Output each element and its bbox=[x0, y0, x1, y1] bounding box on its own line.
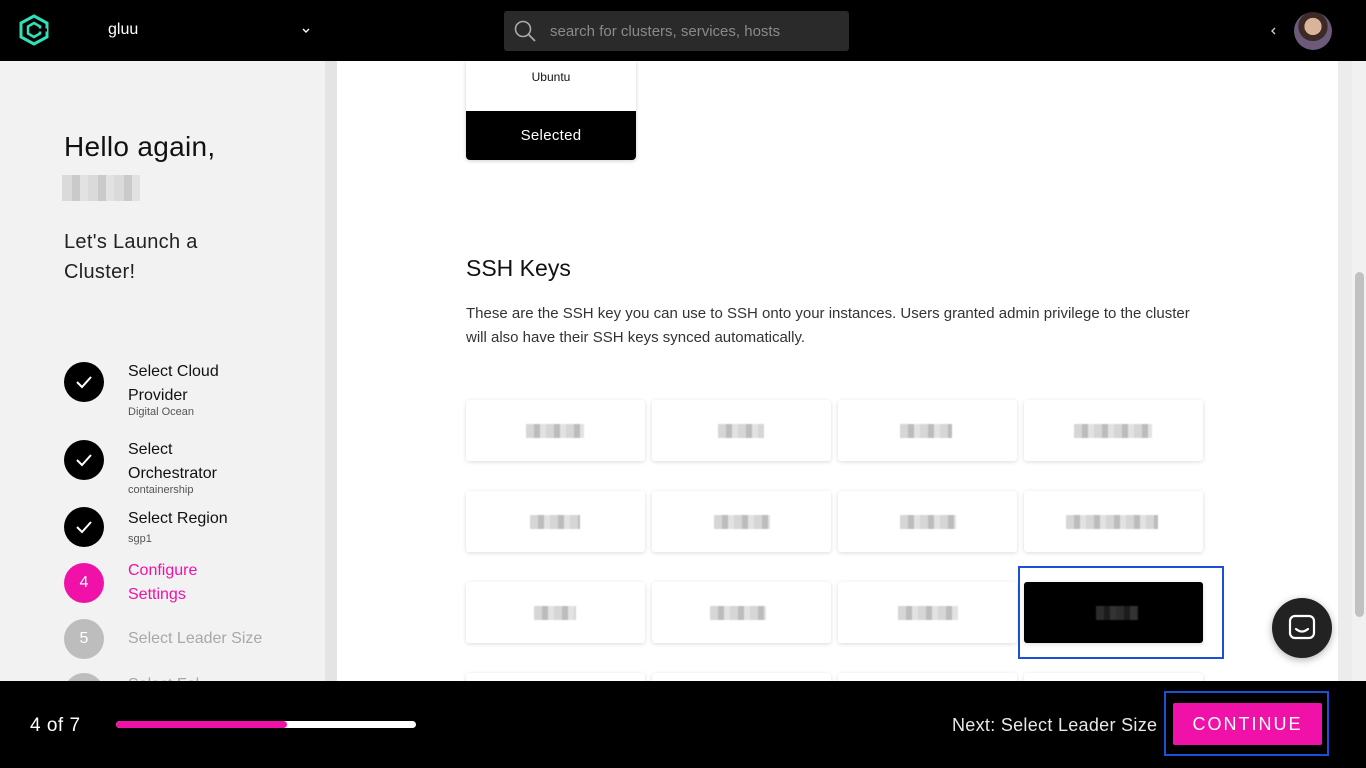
top-bar: gluu bbox=[0, 0, 1366, 61]
check-icon bbox=[76, 521, 92, 534]
chevron-left-icon[interactable] bbox=[1268, 24, 1278, 38]
step-number-circle: 5 bbox=[64, 619, 104, 659]
ssh-keys-description: These are the SSH key you can use to SSH… bbox=[466, 305, 1190, 346]
step-title: Select Cloud Provider bbox=[128, 363, 219, 404]
step-title: Select Fol bbox=[128, 673, 325, 681]
ssh-key-card[interactable] bbox=[466, 582, 645, 643]
step-title: Configure Settings bbox=[128, 562, 198, 603]
step-number-circle: 4 bbox=[64, 563, 104, 603]
steps-sidebar: Hello again, Let's Launch a Cluster! Sel… bbox=[0, 61, 325, 681]
ssh-key-card[interactable] bbox=[466, 673, 645, 681]
org-name[interactable]: gluu bbox=[108, 21, 138, 39]
step-title: Select Orchestrator bbox=[128, 441, 217, 482]
step-subtitle: containership bbox=[128, 484, 194, 496]
search-input[interactable] bbox=[550, 19, 840, 43]
step-title: Select Leader Size bbox=[128, 630, 263, 647]
search-box bbox=[504, 11, 849, 51]
ssh-key-card[interactable] bbox=[838, 400, 1017, 461]
main-content: Ubuntu Selected SSH Keys These are the S… bbox=[337, 61, 1338, 681]
user-name-redacted bbox=[62, 175, 140, 201]
os-selected-state: Selected bbox=[466, 111, 636, 160]
ssh-key-card[interactable] bbox=[1024, 491, 1203, 552]
ssh-key-card[interactable] bbox=[652, 400, 831, 461]
continue-button[interactable]: CONTINUE bbox=[1173, 703, 1322, 745]
search-icon bbox=[514, 20, 536, 42]
step-subtitle: sgp1 bbox=[128, 533, 152, 545]
focus-outline bbox=[1018, 566, 1224, 659]
ssh-keys-title: SSH Keys bbox=[466, 255, 571, 281]
greeting-heading: Hello again, bbox=[64, 131, 216, 162]
os-label: Ubuntu bbox=[531, 70, 571, 84]
ssh-key-card[interactable] bbox=[466, 400, 645, 461]
step-counter: 4 of 7 bbox=[30, 715, 81, 736]
next-step-label: Next: Select Leader Size bbox=[952, 715, 1158, 735]
scrollbar-thumb[interactable] bbox=[1355, 272, 1364, 617]
ssh-key-card[interactable] bbox=[466, 491, 645, 552]
brand-logo-icon[interactable] bbox=[18, 14, 50, 46]
chevron-down-icon[interactable] bbox=[300, 26, 312, 36]
ssh-key-card[interactable] bbox=[838, 491, 1017, 552]
ssh-key-card[interactable] bbox=[652, 582, 831, 643]
os-option-card[interactable]: Ubuntu Selected bbox=[466, 61, 636, 160]
step-number-circle: 6 bbox=[64, 673, 104, 681]
chat-launcher-button[interactable] bbox=[1272, 598, 1332, 658]
step-title: Select Region bbox=[128, 510, 228, 527]
step-check-circle bbox=[64, 507, 104, 547]
ssh-key-card[interactable] bbox=[652, 491, 831, 552]
step-subtitle: Digital Ocean bbox=[128, 406, 195, 418]
step-check-circle bbox=[64, 362, 104, 402]
ssh-key-card[interactable] bbox=[652, 673, 831, 681]
check-icon bbox=[76, 454, 92, 467]
content-gutter bbox=[1338, 61, 1352, 681]
wizard-footer: 4 of 7 Next: Select Leader Size CONTINUE bbox=[0, 681, 1366, 768]
ssh-key-card[interactable] bbox=[838, 673, 1017, 681]
ssh-key-card[interactable] bbox=[1024, 400, 1203, 461]
launch-subtitle: Let's Launch a Cluster! bbox=[64, 231, 198, 283]
progress-bar bbox=[116, 721, 416, 728]
avatar[interactable] bbox=[1294, 12, 1332, 50]
chat-icon bbox=[1288, 614, 1316, 640]
ssh-key-card[interactable] bbox=[1024, 673, 1203, 681]
sidebar-divider bbox=[325, 61, 337, 681]
step-check-circle bbox=[64, 440, 104, 480]
check-icon bbox=[76, 376, 92, 389]
progress-fill bbox=[116, 721, 287, 728]
ssh-key-card[interactable] bbox=[838, 582, 1017, 643]
